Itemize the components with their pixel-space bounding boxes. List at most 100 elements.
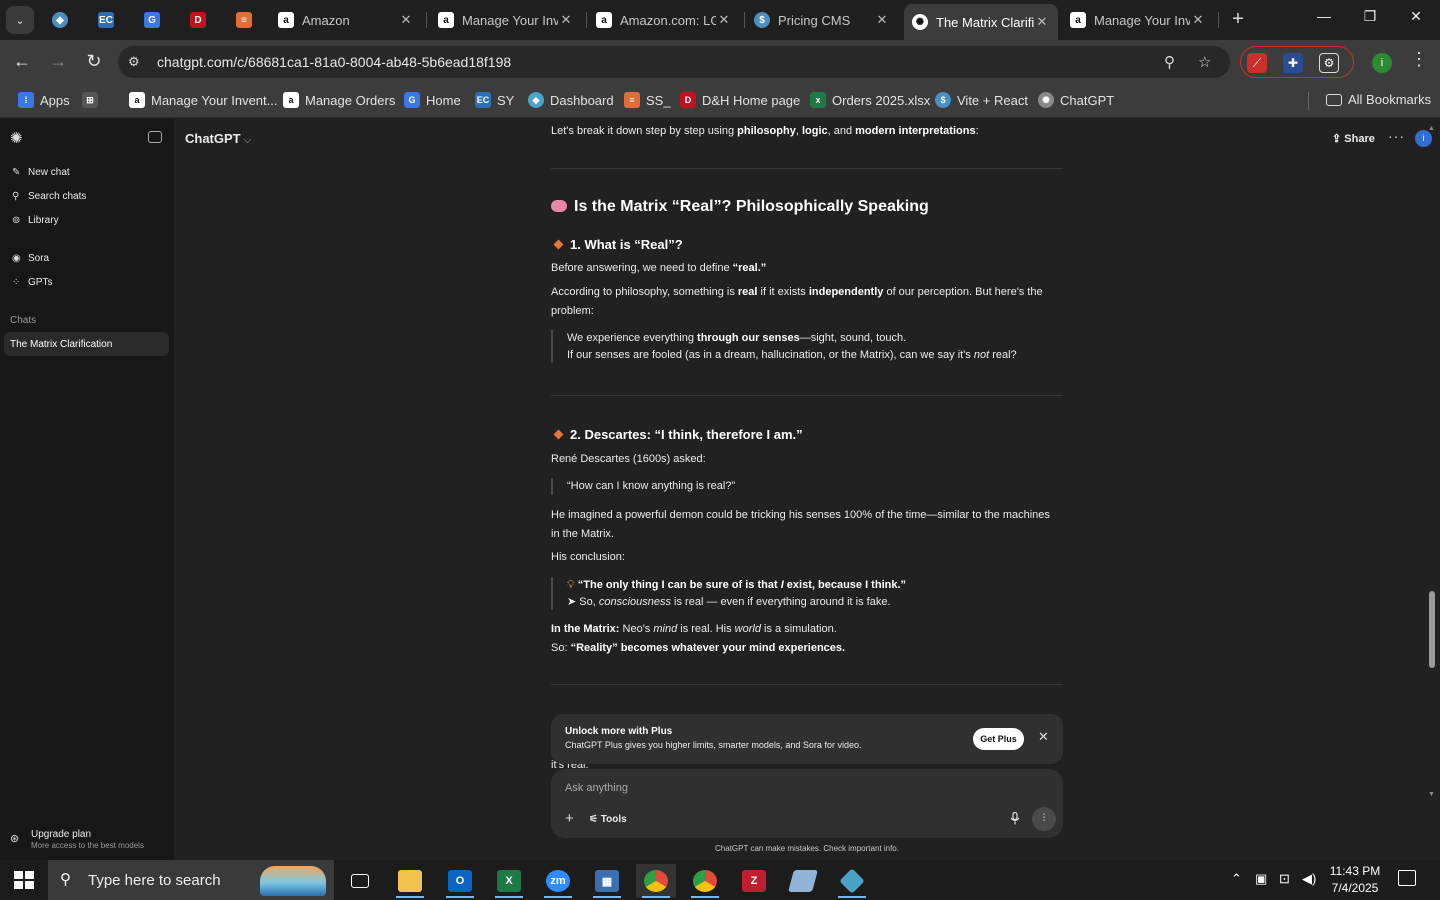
scroll-down-icon[interactable]: ▼ [1428, 791, 1435, 798]
notification-icon[interactable] [1398, 870, 1416, 886]
volume-icon[interactable]: ◀) [1302, 871, 1316, 887]
prompt-input[interactable] [565, 780, 985, 796]
voice-mode-icon[interactable]: ⫶ [1032, 807, 1056, 831]
bookmark-manage-inventory[interactable]: a Manage Your Invent... [129, 92, 277, 108]
tab-pinned-3[interactable]: G [136, 4, 172, 36]
notes-icon[interactable] [783, 864, 823, 898]
bookmark-home[interactable]: G Home [404, 92, 461, 108]
address-bar[interactable]: ⚙ chatgpt.com/c/68681ca1-81a0-8004-ab48-… [118, 46, 1230, 78]
restore-button[interactable]: ❐ [1358, 8, 1382, 25]
tab-search-button[interactable]: ⌄ [6, 6, 34, 34]
microphone-icon[interactable] [1010, 812, 1020, 825]
tools-button[interactable]: ⚟ Tools [589, 814, 627, 825]
library-button[interactable]: ⊚ Library [12, 215, 59, 226]
outlook-icon[interactable]: O [440, 864, 480, 898]
new-tab-button[interactable]: + [1226, 8, 1250, 31]
task-view-icon[interactable] [340, 864, 380, 898]
brain-icon [551, 200, 567, 212]
sidebar-toggle-icon[interactable] [148, 131, 162, 143]
bookmark-star-icon[interactable]: ☆ [1198, 53, 1211, 71]
close-icon[interactable]: ✕ [874, 12, 890, 28]
taskbar-search[interactable]: ⚲ [48, 860, 334, 900]
close-icon[interactable]: ✕ [1034, 14, 1050, 30]
bookmark-chatgpt[interactable]: ✺ ChatGPT [1038, 92, 1114, 108]
tab-pricing-cms[interactable]: $ Pricing CMS ✕ [746, 4, 898, 36]
sora-button[interactable]: ◉ Sora [12, 253, 49, 264]
bookmark-tab-groups[interactable]: ⊞ [82, 92, 104, 108]
bookmark-manage-orders[interactable]: a Manage Orders [283, 92, 395, 108]
close-icon[interactable]: ✕ [1038, 729, 1049, 745]
search-chats-button[interactable]: ⚲ Search chats [12, 191, 86, 202]
tab-title: Manage Your Inventory [1094, 12, 1190, 28]
puzzle-extension-icon[interactable]: ✚ [1283, 53, 1303, 73]
system-clock[interactable]: 11:43 PM 7/4/2025 [1318, 863, 1392, 897]
tab-pinned-2[interactable]: EC [90, 4, 126, 36]
tile: X [497, 870, 521, 892]
tab-amazon-lg[interactable]: a Amazon.com: LG ✕ [588, 4, 740, 36]
security-icon[interactable]: ▣ [1255, 871, 1267, 887]
bookmark-dashboard[interactable]: ◆ Dashboard [528, 92, 614, 108]
forward-button[interactable]: → [47, 51, 69, 72]
tab-manage-inventory-2[interactable]: a Manage Your Inventory ✕ [1062, 4, 1214, 36]
amazon-icon: a [129, 92, 145, 108]
zoom-icon[interactable]: zm [538, 864, 578, 898]
close-icon[interactable]: ✕ [1190, 12, 1206, 28]
tab-amazon[interactable]: a Amazon ✕ [270, 4, 422, 36]
network-icon[interactable]: ⊡ [1279, 871, 1290, 887]
model-selector[interactable]: ChatGPT ⌵ [185, 131, 251, 146]
upgrade-plan-button[interactable]: ⊛ Upgrade plan More access to the best m… [10, 829, 144, 850]
new-chat-button[interactable]: ✎ New chat [12, 167, 70, 178]
calculator-icon[interactable]: ▦ [587, 864, 627, 898]
scrollbar[interactable]: ▲ ▼ [1428, 125, 1436, 801]
excel-icon[interactable]: X [489, 864, 529, 898]
close-icon[interactable]: ✕ [716, 12, 732, 28]
zoom-icon[interactable]: ⚲ [1164, 53, 1175, 71]
tab-pinned-4[interactable]: D [182, 4, 218, 36]
sidebar-chat-matrix-clarification[interactable]: The Matrix Clarification [4, 332, 169, 356]
tab-divider [586, 12, 587, 28]
share-button[interactable]: ⇪ Share [1332, 132, 1375, 145]
extensions-icon[interactable]: ⚙ [1319, 53, 1339, 73]
browser-menu-icon[interactable]: ⋮ [1410, 49, 1428, 70]
close-icon[interactable]: ✕ [398, 12, 414, 28]
pdf-extension-icon[interactable]: ⟋ [1247, 53, 1267, 73]
bookmark-vite-react[interactable]: $ Vite + React [935, 92, 1028, 108]
bookmark-ss[interactable]: ≡ SS_ [624, 92, 671, 108]
chevron-up-icon[interactable]: ⌃ [1231, 871, 1242, 887]
edit-icon: ✎ [12, 167, 21, 178]
close-icon[interactable]: ✕ [558, 12, 574, 28]
openai-logo-icon[interactable]: ✺ [10, 129, 23, 147]
taskbar-search-input[interactable] [88, 871, 288, 889]
bookmark-orders-xlsx[interactable]: x Orders 2025.xlsx [810, 92, 930, 108]
back-button[interactable]: ← [11, 51, 33, 72]
app-icon[interactable] [832, 864, 872, 898]
bookmark-label: SY [497, 92, 515, 108]
chrome-icon[interactable] [636, 864, 676, 898]
url-text[interactable]: chatgpt.com/c/68681ca1-81a0-8004-ab48-5b… [157, 54, 511, 70]
tab-pinned-1[interactable]: ◆ [44, 4, 80, 36]
tab-pinned-5[interactable]: ≡ [228, 4, 264, 36]
get-plus-button[interactable]: Get Plus [973, 728, 1024, 750]
sora-label: Sora [28, 253, 50, 264]
bookmark-sy[interactable]: EC SY [475, 92, 514, 108]
chrome-profile-icon[interactable] [685, 864, 725, 898]
minimize-button[interactable]: — [1312, 8, 1336, 24]
gpts-button[interactable]: ⁘ GPTs [12, 277, 52, 288]
reload-button[interactable]: ↻ [83, 51, 105, 72]
profile-avatar[interactable]: i [1372, 53, 1392, 73]
tab-manage-inventory[interactable]: a Manage Your Inventory ✕ [430, 4, 582, 36]
scrollbar-thumb[interactable] [1429, 591, 1435, 668]
file-explorer-icon[interactable] [390, 864, 430, 898]
all-bookmarks[interactable]: All Bookmarks [1326, 92, 1431, 107]
filezilla-icon[interactable]: Z [734, 864, 774, 898]
bookmark-apps[interactable]: ⁞ Apps [18, 92, 70, 108]
window-close-button[interactable]: ✕ [1404, 8, 1428, 25]
site-info-icon[interactable]: ⚙ [128, 54, 140, 70]
more-options-icon[interactable]: ··· [1388, 128, 1405, 144]
paragraph: His conclusion: [551, 551, 625, 563]
plus-icon[interactable]: + [565, 810, 574, 827]
tab-matrix-clarification[interactable]: ✺ The Matrix Clarification ✕ [904, 4, 1058, 40]
windows-start-icon[interactable] [14, 871, 34, 889]
bookmark-dh-home[interactable]: D D&H Home page [680, 92, 800, 108]
scroll-up-icon[interactable]: ▲ [1428, 125, 1435, 132]
